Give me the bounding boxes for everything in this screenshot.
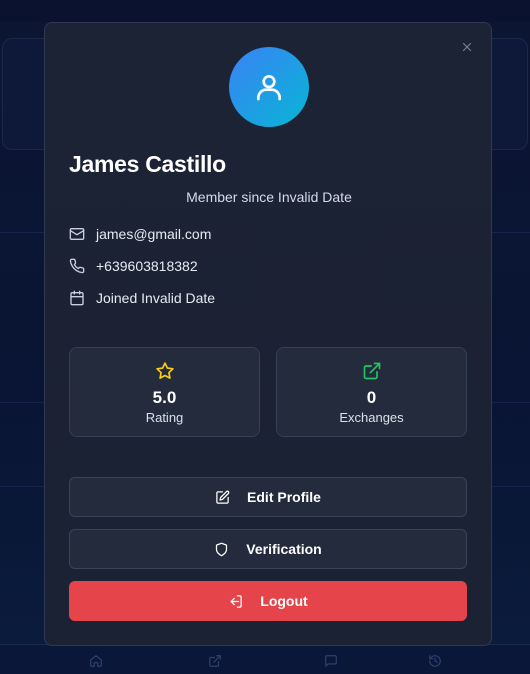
member-since-text: Member since Invalid Date [186,189,352,205]
rating-value: 5.0 [152,388,177,407]
logout-label: Logout [260,593,308,609]
history-icon[interactable] [428,654,442,668]
phone-icon [69,258,85,274]
close-icon[interactable] [461,41,473,53]
star-icon [155,361,175,381]
edit-profile-button[interactable]: Edit Profile [69,477,467,517]
rating-stat: 5.0 Rating [69,347,260,437]
email-row: james@gmail.com [69,224,211,244]
exchange-icon[interactable] [208,654,222,668]
user-icon [257,75,281,101]
exchanges-stat: 0 Exchanges [276,347,467,437]
app-header [0,0,530,22]
edit-profile-label: Edit Profile [247,489,321,505]
logout-button[interactable]: Logout [69,581,467,621]
phone-row: +639603818382 [69,256,198,276]
calendar-icon [69,290,85,306]
chat-icon[interactable] [324,654,338,668]
joined-row: Joined Invalid Date [69,288,215,308]
verification-button[interactable]: Verification [69,529,467,569]
profile-name: James Castillo [69,151,226,177]
rating-label: Rating [145,410,184,425]
profile-modal: James Castillo Member since Invalid Date… [44,22,492,646]
home-icon[interactable] [89,654,103,668]
joined-value: Joined Invalid Date [96,290,216,306]
phone-value: +639603818382 [96,258,198,274]
external-link-icon [362,361,382,381]
exchanges-value: 0 [366,388,377,407]
edit-icon [215,490,230,505]
exchanges-label: Exchanges [339,410,404,425]
logout-icon [228,594,243,609]
email-value: james@gmail.com [96,226,212,242]
shield-icon [214,542,229,557]
verification-label: Verification [246,541,322,557]
mail-icon [69,226,85,242]
avatar [229,47,309,127]
bottom-nav [0,644,530,674]
